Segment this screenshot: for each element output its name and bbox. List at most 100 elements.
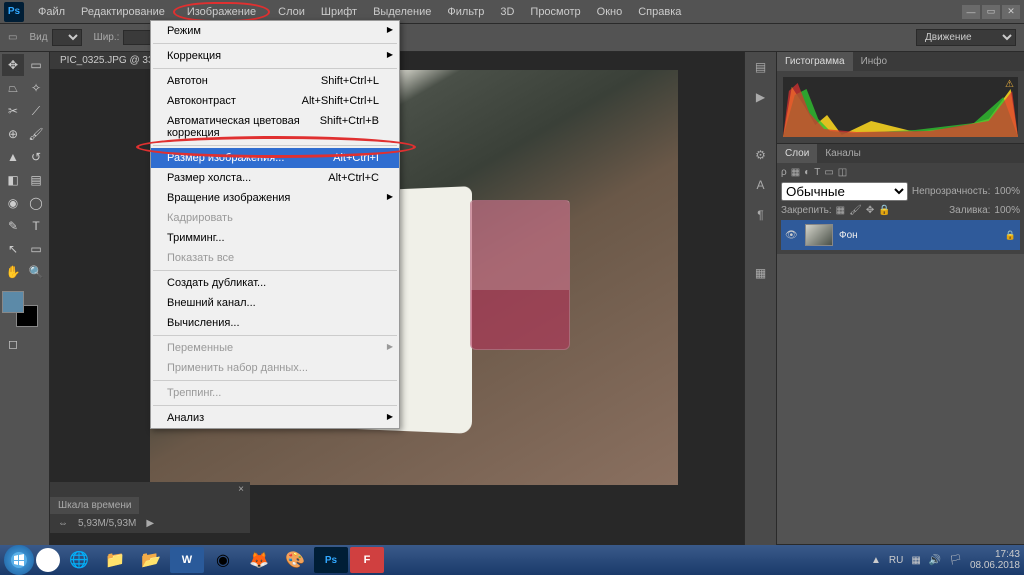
lock-paint-icon[interactable]: 🖌	[849, 205, 862, 216]
filter-kind-icon[interactable]: ρ	[781, 167, 787, 178]
layer-row[interactable]: 👁 Фон 🔒	[781, 220, 1020, 250]
blur-tool[interactable]: ◉	[2, 192, 24, 214]
color-swatches[interactable]	[2, 291, 38, 327]
crop-tool[interactable]: ✂	[2, 100, 24, 122]
magic-wand-tool[interactable]: ✧	[25, 77, 47, 99]
type-tool[interactable]: T	[25, 215, 47, 237]
actions-panel-icon[interactable]: ▶	[750, 86, 772, 108]
menu-3d[interactable]: 3D	[492, 2, 522, 22]
taskbar-app-yandex[interactable]	[36, 548, 60, 572]
layers-tab[interactable]: Слои	[777, 144, 817, 163]
fill-value[interactable]: 100%	[994, 205, 1020, 216]
timeline-panel[interactable]: × Шкала времени ⇔ 5,93M/5,93M ▶	[50, 482, 250, 533]
timeline-tab[interactable]: Шкала времени	[50, 497, 139, 514]
brush-tool[interactable]: 🖌	[25, 123, 47, 145]
tray-flag-icon[interactable]: ▲	[871, 555, 881, 566]
menu-item[interactable]: Анализ	[151, 408, 399, 428]
dodge-tool[interactable]: ◯	[25, 192, 47, 214]
menu-file[interactable]: Файл	[30, 2, 73, 22]
workspace-select[interactable]: Движение	[916, 29, 1016, 46]
history-brush-tool[interactable]: ↺	[25, 146, 47, 168]
menu-select[interactable]: Выделение	[365, 2, 439, 22]
filter-smart-icon[interactable]: ◫	[838, 167, 847, 178]
swatches-panel-icon[interactable]: ▦	[750, 262, 772, 284]
taskbar-app-internet[interactable]: 🌐	[62, 547, 96, 573]
foreground-color[interactable]	[2, 291, 24, 313]
path-tool[interactable]: ↖	[2, 238, 24, 260]
zoom-tool[interactable]: 🔍	[25, 261, 47, 283]
menu-item[interactable]: Коррекция	[151, 46, 399, 66]
view-select[interactable]	[52, 29, 82, 46]
lock-all-icon[interactable]: 🔒	[878, 205, 890, 216]
tray-action-icon[interactable]: 🏳	[949, 555, 962, 566]
menu-item[interactable]: АвтотонShift+Ctrl+L	[151, 71, 399, 91]
quickmask-toggle[interactable]: ◻	[2, 333, 24, 355]
play-icon[interactable]: ▶	[146, 518, 154, 529]
eyedropper-tool[interactable]: ⟋	[25, 100, 47, 122]
channels-tab[interactable]: Каналы	[817, 144, 869, 163]
shape-tool[interactable]: ▭	[25, 238, 47, 260]
tray-network-icon[interactable]: ▦	[911, 555, 920, 566]
history-panel-icon[interactable]: ▤	[750, 56, 772, 78]
taskbar-app-fastone[interactable]: F	[350, 547, 384, 573]
menu-item[interactable]: Внешний канал...	[151, 293, 399, 313]
menu-type[interactable]: Шрифт	[313, 2, 365, 22]
menu-view[interactable]: Просмотр	[522, 2, 588, 22]
menu-item[interactable]: Вращение изображения	[151, 188, 399, 208]
menu-item[interactable]: Размер изображения...Alt+Ctrl+I	[151, 148, 399, 168]
timeline-drag-icon[interactable]: ⇔	[58, 518, 68, 529]
properties-panel-icon[interactable]: ⚙	[750, 144, 772, 166]
lock-trans-icon[interactable]: ▦	[836, 205, 845, 216]
close-button[interactable]: ✕	[1002, 5, 1020, 19]
character-panel-icon[interactable]: A	[750, 174, 772, 196]
lasso-tool[interactable]: ⏢	[2, 77, 24, 99]
menu-item[interactable]: Тримминг...	[151, 228, 399, 248]
menu-item[interactable]: Размер холста...Alt+Ctrl+C	[151, 168, 399, 188]
close-icon[interactable]: ×	[232, 482, 250, 497]
menu-item[interactable]: Вычисления...	[151, 313, 399, 333]
lock-pos-icon[interactable]: ✥	[866, 205, 874, 216]
menu-help[interactable]: Справка	[630, 2, 689, 22]
menu-window[interactable]: Окно	[589, 2, 631, 22]
taskbar-app-photoshop[interactable]: Ps	[314, 547, 348, 573]
menu-item[interactable]: Режим	[151, 21, 399, 41]
taskbar-app-word[interactable]: W	[170, 547, 204, 573]
heal-tool[interactable]: ⊕	[2, 123, 24, 145]
taskbar-app-firefox[interactable]: 🦊	[242, 547, 276, 573]
minimize-button[interactable]: —	[962, 5, 980, 19]
tray-volume-icon[interactable]: 🔊	[929, 555, 941, 566]
histogram-tab[interactable]: Гистограмма	[777, 52, 853, 71]
start-button[interactable]	[4, 545, 34, 575]
pen-tool[interactable]: ✎	[2, 215, 24, 237]
menu-item[interactable]: АвтоконтрастAlt+Shift+Ctrl+L	[151, 91, 399, 111]
opacity-value[interactable]: 100%	[994, 186, 1020, 197]
menu-image[interactable]: Изображение	[173, 2, 270, 22]
menu-item[interactable]: Автоматическая цветовая коррекцияShift+C…	[151, 111, 399, 143]
filter-pixel-icon[interactable]: ▦	[791, 167, 800, 178]
clock[interactable]: 17:43 08.06.2018	[970, 549, 1020, 571]
layer-name[interactable]: Фон	[839, 230, 858, 241]
menu-layers[interactable]: Слои	[270, 2, 313, 22]
filter-adj-icon[interactable]: ◐	[804, 167, 810, 178]
maximize-button[interactable]: ▭	[982, 5, 1000, 19]
taskbar-app-folder[interactable]: 📂	[134, 547, 168, 573]
blend-mode-select[interactable]: Обычные	[781, 182, 908, 201]
crop-icon[interactable]: ▭	[8, 32, 17, 43]
marquee-tool[interactable]: ▭	[25, 54, 47, 76]
gradient-tool[interactable]: ▤	[25, 169, 47, 191]
menu-filter[interactable]: Фильтр	[439, 2, 492, 22]
hand-tool[interactable]: ✋	[2, 261, 24, 283]
filter-shape-icon[interactable]: ▭	[824, 167, 833, 178]
menu-item[interactable]: Создать дубликат...	[151, 273, 399, 293]
filter-type-icon[interactable]: T	[814, 167, 820, 178]
paragraph-panel-icon[interactable]: ¶	[750, 204, 772, 226]
taskbar-app-paint[interactable]: 🎨	[278, 547, 312, 573]
lang-indicator[interactable]: RU	[889, 555, 903, 566]
menu-edit[interactable]: Редактирование	[73, 2, 173, 22]
visibility-icon[interactable]: 👁	[785, 230, 799, 241]
stamp-tool[interactable]: ▲	[2, 146, 24, 168]
taskbar-app-chrome[interactable]: ◉	[206, 547, 240, 573]
system-tray[interactable]: ▲ RU ▦ 🔊 🏳 17:43 08.06.2018	[871, 549, 1020, 571]
layer-thumbnail[interactable]	[805, 224, 833, 246]
move-tool[interactable]: ✥	[2, 54, 24, 76]
